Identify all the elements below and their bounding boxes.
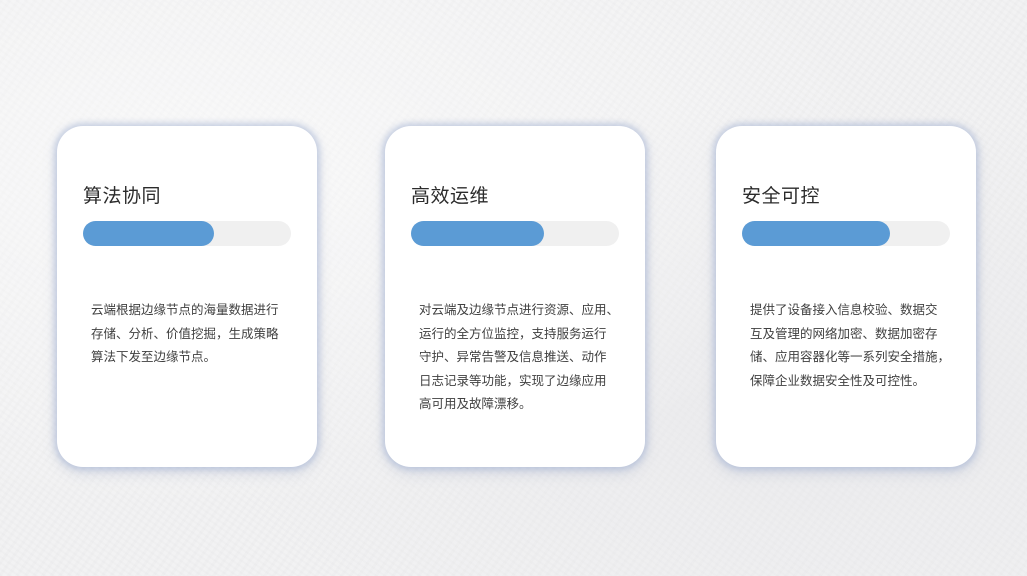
card-description: 提供了设备接入信息校验、数据交 互及管理的网络加密、数据加密存 储、应用容器化等… xyxy=(750,302,951,388)
progress-fill xyxy=(83,221,215,246)
feature-card-security: 安全可控 提供了设备接入信息校验、数据交 互及管理的网络加密、数据加密存 储、应… xyxy=(716,126,976,467)
progress-fill xyxy=(742,221,890,246)
progress-bar xyxy=(742,221,950,246)
card-title: 安全可控 xyxy=(742,185,821,207)
card-description: 云端根据边缘节点的海量数据进行 存储、分析、价值挖掘，生成策略 算法下发至边缘节… xyxy=(91,302,279,364)
card-title: 高效运维 xyxy=(411,185,490,207)
progress-bar xyxy=(83,221,291,246)
progress-bar xyxy=(411,221,619,246)
feature-card-algorithm: 算法协同 云端根据边缘节点的海量数据进行 存储、分析、价值挖掘，生成策略 算法下… xyxy=(57,126,317,467)
card-title: 算法协同 xyxy=(83,185,162,207)
progress-fill xyxy=(411,221,545,246)
feature-card-ops: 高效运维 对云端及边缘节点进行资源、应用、 运行的全方位监控，支持服务运行 守护… xyxy=(385,126,645,467)
card-description: 对云端及边缘节点进行资源、应用、 运行的全方位监控，支持服务运行 守护、异常告警… xyxy=(419,302,620,411)
